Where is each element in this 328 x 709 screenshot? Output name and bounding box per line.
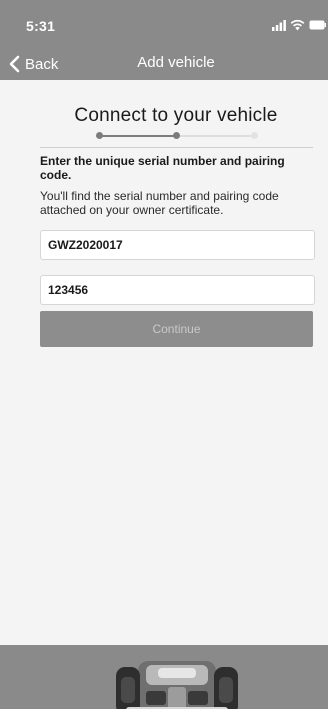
status-time: 5:31 <box>26 18 56 34</box>
continue-button[interactable]: Continue <box>40 311 313 347</box>
progress-stepper <box>96 132 258 140</box>
header-bar: 5:31 Back Add vehicle <box>0 0 328 80</box>
stepper-line-pending <box>177 135 255 137</box>
nav-title: Add vehicle <box>137 54 215 71</box>
wifi-icon <box>290 19 305 31</box>
battery-icon <box>309 20 326 30</box>
app-screen: 5:31 Back Add vehicle Connect to your ve… <box>0 0 328 709</box>
status-icons <box>272 18 326 32</box>
step-dot-1 <box>96 132 103 139</box>
instruction-body: You'll find the serial number and pairin… <box>40 189 279 217</box>
pairing-code-input[interactable] <box>40 275 315 305</box>
robotic-mower-image <box>116 661 238 709</box>
main-content: Connect to your vehicle Enter the unique… <box>0 80 328 645</box>
serial-number-input[interactable] <box>40 230 315 260</box>
page-title: Connect to your vehicle <box>74 105 278 126</box>
instruction-heading: Enter the unique serial number and pairi… <box>40 154 285 182</box>
bottom-panel <box>0 645 328 709</box>
signal-icon <box>272 20 286 31</box>
divider <box>40 147 313 148</box>
stepper-line-completed <box>99 135 177 137</box>
step-dot-3 <box>251 132 258 139</box>
step-dot-2 <box>173 132 180 139</box>
